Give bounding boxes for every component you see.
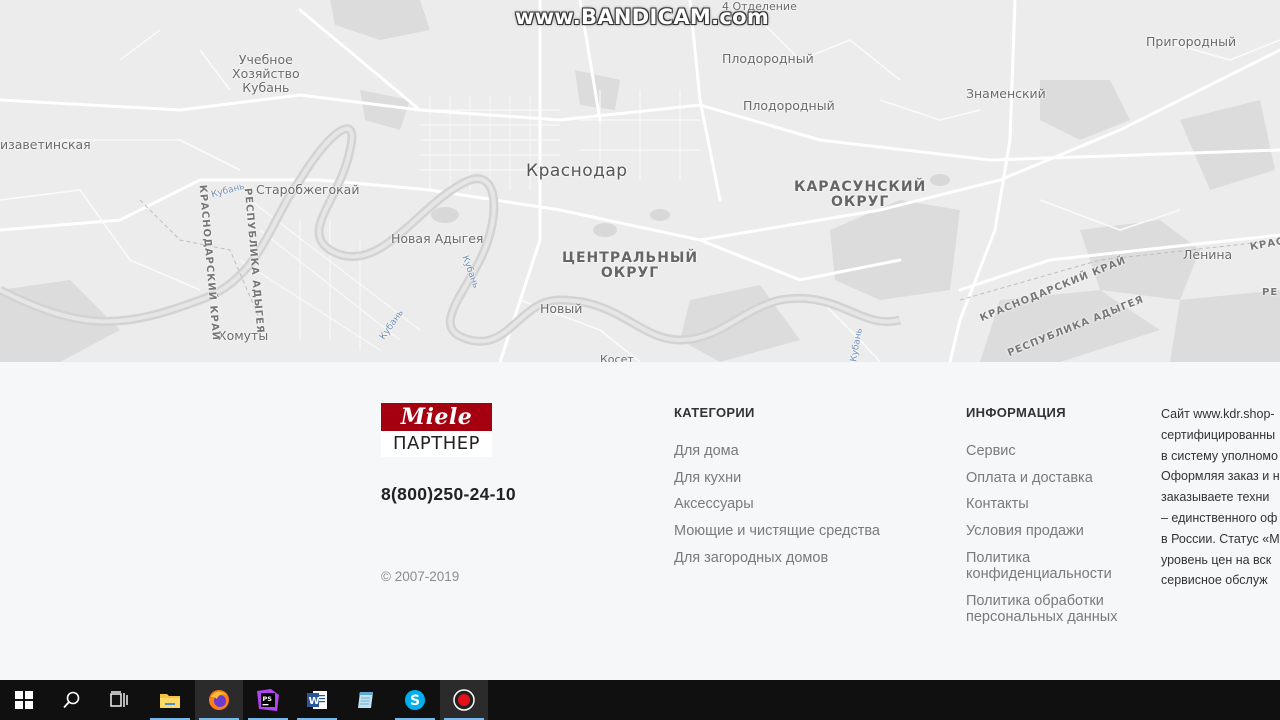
map-label-centralny: ЦЕНТРАЛЬНЫЙ ОКРУГ xyxy=(562,250,699,281)
phone-number[interactable]: 8(800)250-24-10 xyxy=(381,484,516,505)
windows-logo-icon xyxy=(15,691,33,709)
about-line: Сайт www.kdr.shop- xyxy=(1161,407,1275,421)
about-line: сертифицированны xyxy=(1161,427,1276,442)
map-label-lenina: Ленина xyxy=(1183,247,1233,262)
map-label-krasnodar: Краснодар xyxy=(526,161,628,181)
windows-taskbar: PS W S xyxy=(0,680,1280,720)
svg-text:S: S xyxy=(410,693,420,709)
map-label-plodorodny-1: Плодородный xyxy=(722,51,814,66)
category-link[interactable]: Для дома xyxy=(674,443,880,459)
about-line: заказываете техни xyxy=(1161,490,1270,505)
map-label-starobzhegokai: Старобжегокай xyxy=(256,182,360,197)
about-line: Оформляя заказ и н xyxy=(1161,469,1280,484)
miele-partner-logo[interactable]: Miele ПАРТНЕР xyxy=(381,403,492,457)
skype-icon: S xyxy=(405,690,425,710)
map-label-edge-re: РЕ xyxy=(1262,287,1279,298)
svg-text:W: W xyxy=(309,696,320,707)
map-label-novaya-adygeya: Новая Адыгея xyxy=(391,231,484,246)
info-link[interactable]: Сервис xyxy=(966,443,1146,459)
taskbar-file-explorer[interactable] xyxy=(146,680,194,720)
about-line: в России. Статус «М xyxy=(1161,531,1280,546)
about-text: Сайт www.kdr.shop- сертифицированны в си… xyxy=(1161,404,1280,591)
map-label-prigorodny: Пригородный xyxy=(1146,34,1237,49)
about-line: сервисное обслуж xyxy=(1161,573,1268,588)
map-label-elizavetinskaya: изаветинская xyxy=(0,137,91,152)
map-label-znamensky: Знаменский xyxy=(966,86,1046,101)
category-link[interactable]: Моющие и чистящие средства xyxy=(674,523,880,539)
search-button[interactable] xyxy=(48,680,96,720)
about-line: в систему уполномо xyxy=(1161,448,1278,463)
category-link[interactable]: Для кухни xyxy=(674,470,880,486)
map-label-uchebnoe: Учебное Хозяйство Кубань xyxy=(232,52,300,95)
site-footer: Miele ПАРТНЕР 8(800)250-24-10 © 2007-201… xyxy=(0,362,1280,680)
logo-brand: Miele xyxy=(381,403,492,431)
map-label-plodorodny-2: Плодородный xyxy=(743,98,835,113)
task-view-button[interactable] xyxy=(96,680,144,720)
info-link[interactable]: Оплата и доставка xyxy=(966,470,1146,486)
information-heading: ИНФОРМАЦИЯ xyxy=(966,405,1066,420)
categories-list: Для дома Для кухни Аксессуары Моющие и ч… xyxy=(674,443,880,566)
info-link[interactable]: Контакты xyxy=(966,496,1146,512)
taskbar-word[interactable]: W xyxy=(293,680,341,720)
taskbar-phpstorm[interactable]: PS xyxy=(244,680,292,720)
info-link[interactable]: Политика конфиденциальности xyxy=(966,550,1136,582)
info-link[interactable]: Условия продажи xyxy=(966,523,1146,539)
word-icon: W xyxy=(307,691,327,709)
search-icon xyxy=(63,691,80,709)
notepad-icon xyxy=(358,692,373,708)
info-link[interactable]: Политика обработки персональных данных xyxy=(966,593,1136,625)
map-canvas[interactable] xyxy=(0,0,1280,362)
svg-text:PS: PS xyxy=(263,695,273,703)
about-line: уровень цен на вск xyxy=(1161,552,1272,567)
taskbar-firefox[interactable] xyxy=(195,680,243,720)
phpstorm-icon: PS xyxy=(257,689,279,711)
map-label-koset: Косет xyxy=(600,353,634,362)
firefox-icon xyxy=(209,690,229,710)
taskbar-notepad[interactable] xyxy=(342,680,390,720)
record-icon xyxy=(453,689,475,711)
category-link[interactable]: Аксессуары xyxy=(674,496,880,512)
map-label-novy: Новый xyxy=(540,301,583,316)
start-button[interactable] xyxy=(0,680,48,720)
bandicam-watermark: www.BANDICAM.com xyxy=(515,5,770,29)
map-label-karasunsky: КАРАСУНСКИЙ ОКРУГ xyxy=(794,179,927,210)
logo-subtitle: ПАРТНЕР xyxy=(381,431,492,457)
about-line: – единственного оф xyxy=(1161,510,1278,525)
taskbar-skype[interactable]: S xyxy=(391,680,439,720)
categories-heading: КАТЕГОРИИ xyxy=(674,405,755,420)
map[interactable]: Учебное Хозяйство Кубань изаветинская Ст… xyxy=(0,0,1280,362)
information-list: Сервис Оплата и доставка Контакты Услови… xyxy=(966,443,1146,625)
task-view-icon xyxy=(110,691,128,707)
category-link[interactable]: Для загородных домов xyxy=(674,550,880,566)
taskbar-bandicam[interactable] xyxy=(440,680,488,720)
folder-icon xyxy=(160,694,180,708)
copyright: © 2007-2019 xyxy=(381,569,460,584)
